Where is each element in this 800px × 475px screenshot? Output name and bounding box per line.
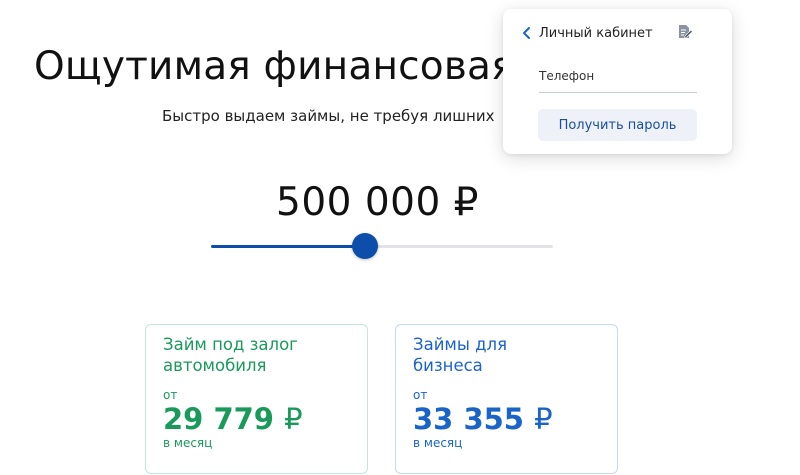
phone-input-underline[interactable] <box>539 92 697 93</box>
popup-title: Личный кабинет <box>539 25 653 41</box>
card-title-line1: Займы для <box>413 335 508 354</box>
card-per-label: в месяц <box>163 436 213 450</box>
loan-amount: 500 000 ₽ <box>276 180 479 225</box>
edit-document-icon[interactable] <box>676 23 693 40</box>
loan-card-auto[interactable]: Займ под залог автомобиля от 29 779 ₽ в … <box>145 324 368 474</box>
card-title-line2: бизнеса <box>413 356 483 375</box>
card-value-number: 33 355 <box>413 402 524 436</box>
card-title: Займы для бизнеса <box>413 334 617 376</box>
chevron-left-icon[interactable] <box>519 25 535 41</box>
card-value-number: 29 779 <box>163 402 274 436</box>
card-value-currency: ₽ <box>284 402 303 436</box>
slider-fill <box>211 245 365 248</box>
phone-label: Телефон <box>539 69 595 83</box>
popup-header[interactable]: Личный кабинет <box>519 23 653 43</box>
card-title: Займ под залог автомобиля <box>163 334 367 376</box>
slider-thumb[interactable] <box>351 233 378 259</box>
card-value-currency: ₽ <box>534 402 553 436</box>
card-from-label: от <box>163 388 178 402</box>
card-value: 29 779 ₽ <box>163 402 367 436</box>
get-password-button[interactable]: Получить пароль <box>538 109 697 141</box>
card-per-label: в месяц <box>413 436 463 450</box>
card-title-line1: Займ под залог <box>163 335 298 354</box>
card-from-label: от <box>413 388 428 402</box>
amount-slider[interactable] <box>211 233 553 259</box>
hero-subtitle: Быстро выдаем займы, не требуя лишних <box>162 107 495 125</box>
card-title-line2: автомобиля <box>163 356 267 375</box>
login-popup: Личный кабинет Телефон Получить пароль <box>503 9 732 154</box>
loan-card-business[interactable]: Займы для бизнеса от 33 355 ₽ в месяц <box>395 324 618 474</box>
hero-title: Ощутимая финансовая <box>34 44 515 89</box>
card-value: 33 355 ₽ <box>413 402 617 436</box>
